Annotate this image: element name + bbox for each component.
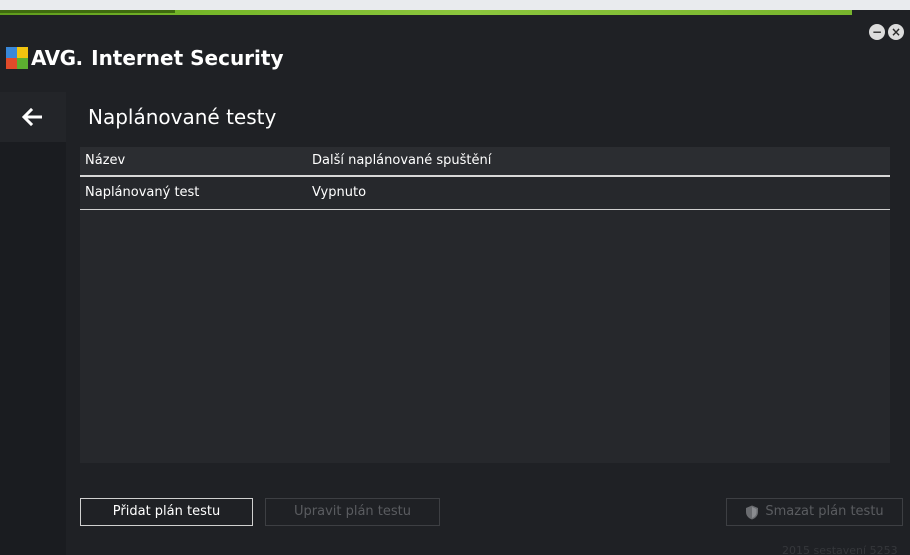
schedule-table: Název Další naplánované spuštění Napláno… — [80, 147, 890, 463]
delete-schedule-button[interactable]: Smazat plán testu — [726, 498, 903, 526]
back-button[interactable] — [0, 92, 66, 142]
app-title: Internet Security — [91, 46, 284, 70]
add-schedule-button[interactable]: Přidat plán testu — [80, 498, 253, 526]
close-button[interactable]: × — [888, 24, 904, 40]
delete-button-label: Smazat plán testu — [765, 504, 884, 519]
table-header: Název Další naplánované spuštění — [80, 147, 890, 177]
page-title: Naplánované testy — [88, 105, 277, 129]
brand-avg: AVG — [31, 46, 76, 70]
table-row[interactable]: Naplánovaný test Vypnuto — [80, 177, 890, 210]
minimize-button[interactable]: − — [869, 24, 885, 40]
app-window: − × AVG . Internet Security Naplánované … — [0, 10, 910, 555]
cell-next-run: Vypnuto — [312, 185, 367, 200]
edit-schedule-button[interactable]: Upravit plán testu — [265, 498, 440, 526]
cell-name: Naplánovaný test — [85, 185, 200, 200]
app-brand: AVG . Internet Security — [6, 44, 284, 72]
column-header-next-run[interactable]: Další naplánované spuštění — [312, 147, 491, 175]
avg-logo-icon — [6, 47, 28, 69]
build-version: 2015 sestavení 5253 — [782, 544, 898, 555]
column-header-name[interactable]: Název — [85, 147, 125, 175]
brand-dot: . — [75, 46, 84, 70]
accent-bar-dark — [0, 10, 175, 13]
arrow-left-icon — [21, 108, 42, 126]
left-rail — [0, 142, 66, 555]
shield-icon — [746, 505, 759, 519]
